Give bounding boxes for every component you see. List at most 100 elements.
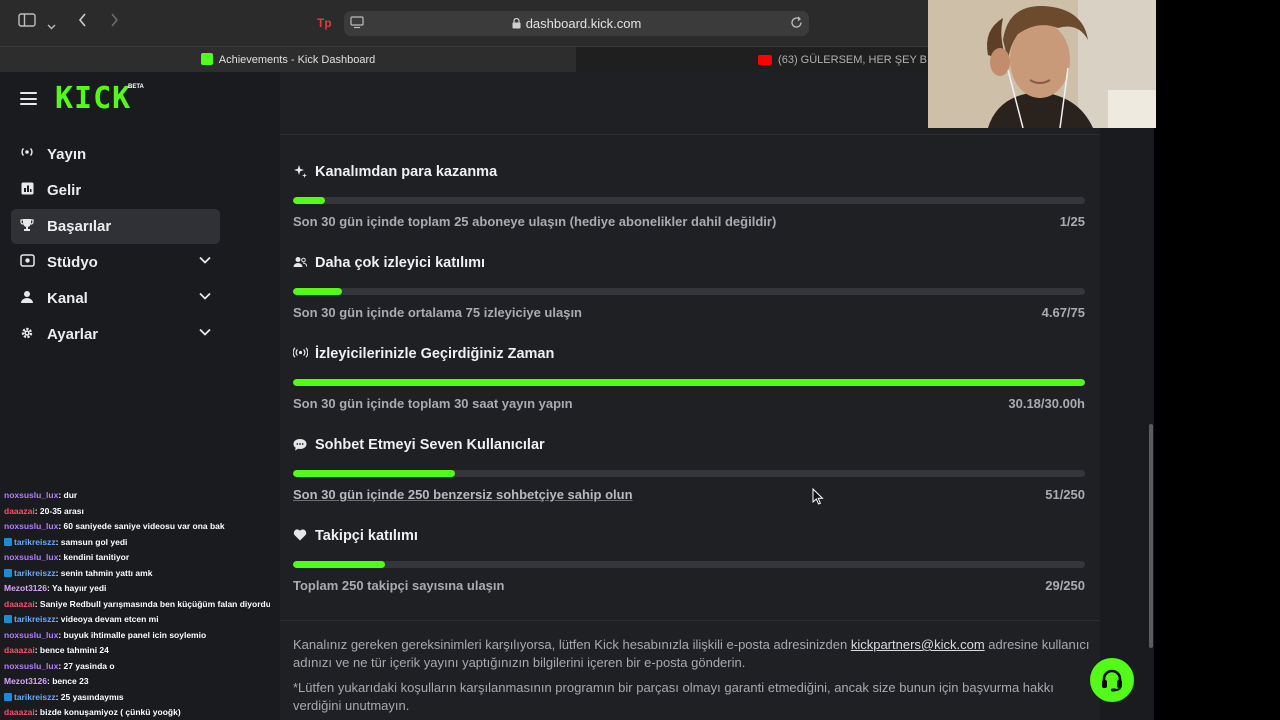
screen-edge — [1154, 0, 1280, 720]
kick-logo[interactable]: KICK — [55, 83, 131, 115]
chat-message: daaazai: 20-35 arası — [4, 505, 84, 517]
sidebar-toggle-icon[interactable] — [18, 13, 36, 33]
achievement-description: Son 30 gün içinde ortalama 75 izleyiciye… — [293, 305, 582, 320]
sidebar-item-label: Gelir — [47, 182, 82, 199]
chat-username[interactable]: tarikreiszz — [14, 692, 56, 702]
chat-username[interactable]: noxsuslu_lux — [4, 490, 58, 500]
scrollbar-thumb[interactable] — [1149, 424, 1153, 648]
chat-username[interactable]: Mezot3126 — [4, 676, 47, 686]
verified-badge-icon — [4, 615, 12, 623]
reload-icon[interactable] — [790, 15, 803, 35]
mouse-cursor-icon — [812, 488, 824, 505]
chat-icon — [293, 438, 307, 452]
progress-bar — [293, 288, 1085, 295]
chat-message: noxsuslu_lux: dur — [4, 489, 77, 501]
trophy-icon — [19, 218, 35, 234]
chat-message: noxsuslu_lux: buyuk ihtimalle panel icin… — [4, 629, 206, 641]
sidebar-item-ayarlar[interactable]: Ayarlar — [11, 317, 220, 352]
support-button[interactable] — [1090, 658, 1134, 702]
chat-username[interactable]: daaazai — [4, 599, 35, 609]
tab-achievements[interactable]: Achievements - Kick Dashboard — [0, 47, 576, 73]
achievement-title: İzleyicilerinizle Geçirdiğiniz Zaman — [315, 346, 555, 362]
chat-overlay: noxsuslu_lux: dur daaazai: 20-35 arası nox… — [0, 472, 270, 720]
chat-message: tarikreiszz: videoya devam etcen mi — [4, 613, 159, 625]
sidebar-item-basarilar[interactable]: Başarılar — [11, 209, 220, 244]
chevron-down-icon[interactable] — [198, 253, 212, 267]
sidebar-item-label: Stüdyo — [47, 254, 98, 271]
chat-text: : videoya devam etcen mi — [55, 614, 159, 624]
sidebar-item-label: Başarılar — [47, 218, 112, 235]
achievement-title: Takipçi katılımı — [315, 528, 418, 544]
url-text: dashboard.kick.com — [344, 16, 809, 31]
verified-badge-icon — [4, 568, 12, 577]
verified-badge-icon — [4, 692, 12, 701]
achievement-progress-value: 29/250 — [1045, 578, 1085, 593]
chat-username[interactable]: tarikreiszz — [14, 614, 56, 624]
chat-username[interactable]: daaazai — [4, 506, 35, 516]
progress-bar — [293, 379, 1085, 386]
achievement-progress-value: 30.18/30.00h — [1008, 396, 1085, 411]
chat-username[interactable]: noxsuslu_lux — [4, 630, 58, 640]
info-text-part: Kanalınız gereken gereksinimleri karşılı… — [293, 637, 851, 652]
kick-favicon-icon — [200, 53, 213, 65]
achievement-description-link[interactable]: Son 30 gün içinde 250 benzersiz sohbetçi… — [293, 487, 633, 502]
progress-bar-fill — [293, 379, 1085, 386]
youtube-favicon-icon — [758, 55, 773, 65]
achievement-description: Son 30 gün içinde toplam 25 aboneye ulaş… — [293, 214, 777, 229]
revenue-icon — [19, 182, 35, 198]
back-icon[interactable] — [78, 13, 87, 33]
chat-text: : Ya hayıır yedi — [47, 583, 107, 593]
chat-message: tarikreiszz: samsun gol yedi — [4, 536, 127, 548]
chat-message: daaazai: bence tahmini 24 — [4, 644, 109, 656]
achievement-title: Daha çok izleyici katılımı — [315, 255, 486, 271]
chevron-down-icon[interactable] — [198, 325, 212, 339]
sidebar-item-studyo[interactable]: Stüdyo — [11, 245, 220, 280]
chat-text: : buyuk ihtimalle panel icin soylemio — [58, 629, 207, 640]
achievement-description: Son 30 gün içinde toplam 30 saat yayın y… — [293, 396, 573, 411]
chat-username[interactable]: daaazai — [4, 645, 35, 655]
webcam-feed — [928, 0, 1156, 128]
achievement-title: Sohbet Etmeyi Seven Kullanıcılar — [315, 437, 545, 453]
progress-bar-fill — [293, 561, 385, 568]
chat-message: tarikreiszz: 25 yasındaymıs — [4, 691, 124, 703]
gear-icon — [19, 326, 35, 342]
chat-message: daaazai: bizde konuşamiyoz ( çünkü yooğk… — [4, 706, 181, 718]
divider — [280, 620, 1100, 621]
chat-message: Mezot3126: bence 23 — [4, 675, 89, 687]
chat-message: tarikreiszz: senin tahmin yattı amk — [4, 567, 152, 579]
disclaimer-text: *Lütfen yukarıdaki koşulların karşılanma… — [293, 680, 1054, 713]
address-bar[interactable]: dashboard.kick.com — [344, 11, 809, 36]
partner-email-link[interactable]: kickpartners@kick.com — [851, 637, 985, 652]
chevron-down-icon[interactable] — [47, 16, 56, 36]
chat-text: : kendini tanitiyor — [58, 552, 130, 562]
svg-text:Tp: Tp — [317, 16, 331, 30]
chevron-down-icon[interactable] — [198, 289, 212, 303]
forward-icon[interactable] — [110, 13, 119, 33]
broadcast-icon — [19, 146, 35, 162]
partner-info-text: Kanalınız gereken gereksinimleri karşılı… — [293, 636, 1093, 672]
chat-username[interactable]: noxsuslu_lux — [4, 521, 58, 531]
chat-username[interactable]: Mezot3126 — [4, 583, 47, 593]
menu-icon[interactable] — [20, 92, 37, 105]
sidebar-item-label: Yayın — [47, 146, 87, 163]
chat-username[interactable]: noxsuslu_lux — [4, 552, 58, 562]
progress-bar — [293, 561, 1085, 568]
tab-title: Achievements - Kick Dashboard — [218, 54, 376, 66]
chat-username[interactable]: tarikreiszz — [14, 537, 56, 547]
sidebar-item-gelir[interactable]: Gelir — [11, 173, 220, 208]
url-label: dashboard.kick.com — [525, 16, 642, 31]
divider — [280, 134, 1100, 135]
extension-icon[interactable]: Tp — [315, 14, 332, 36]
chat-username[interactable]: tarikreiszz — [14, 568, 56, 578]
progress-bar — [293, 470, 1085, 477]
chat-text: : senin tahmin yattı amk — [55, 567, 153, 578]
channel-icon — [19, 290, 35, 306]
progress-bar-fill — [293, 197, 325, 204]
sidebar-item-yayin[interactable]: Yayın — [11, 137, 220, 172]
sidebar-item-kanal[interactable]: Kanal — [11, 281, 220, 316]
progress-bar — [293, 197, 1085, 204]
chat-username[interactable]: daaazai — [4, 707, 35, 717]
chat-username[interactable]: noxsuslu_lux — [4, 661, 58, 671]
achievement-progress-value: 1/25 — [1059, 214, 1085, 229]
chat-text: : samsun gol yedi — [55, 536, 128, 547]
